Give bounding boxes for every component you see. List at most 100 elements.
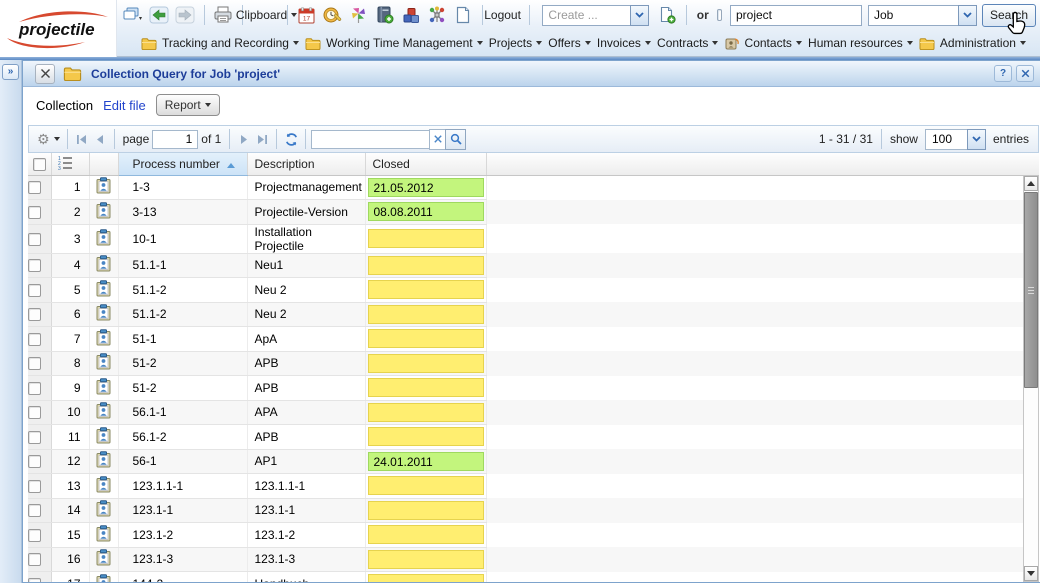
network-icon[interactable] <box>425 3 449 27</box>
description-cell[interactable]: 123.1-2 <box>247 523 365 548</box>
process-icon[interactable] <box>96 177 111 194</box>
column-header-closed[interactable]: Closed <box>365 153 486 175</box>
column-header-process-number[interactable]: Process number <box>118 153 247 175</box>
expand-sidebar-button[interactable]: » <box>2 64 19 80</box>
scrollbar-thumb[interactable] <box>1024 192 1038 388</box>
calendar-icon[interactable]: 17 <box>295 3 319 27</box>
process-icon[interactable] <box>96 229 111 246</box>
process-icon[interactable] <box>96 525 111 542</box>
description-cell[interactable]: 123.1-1 <box>247 498 365 523</box>
table-row[interactable]: 1 1-3 Projectmanagement 21.05.2012 <box>28 175 1039 200</box>
quick-search-input[interactable] <box>730 5 862 26</box>
process-number-cell[interactable]: 56.1-1 <box>118 400 247 425</box>
table-row[interactable]: 16 123.1-3 123.1-3 <box>28 547 1039 572</box>
process-icon[interactable] <box>96 280 111 297</box>
row-checkbox[interactable] <box>28 480 41 493</box>
process-icon[interactable] <box>96 304 111 321</box>
table-row[interactable]: 15 123.1-2 123.1-2 <box>28 523 1039 548</box>
process-icon[interactable] <box>96 329 111 346</box>
table-row[interactable]: 7 51-1 ApA <box>28 327 1039 352</box>
table-row[interactable]: 10 56.1-1 APA <box>28 400 1039 425</box>
table-row[interactable]: 2 3-13 Projectile-Version 08.08.2011 <box>28 200 1039 225</box>
table-row[interactable]: 4 51.1-1 Neu1 <box>28 253 1039 278</box>
edit-file-link[interactable]: Edit file <box>103 98 146 113</box>
first-page-button[interactable] <box>73 130 91 148</box>
process-number-cell[interactable]: 56.1-2 <box>118 425 247 450</box>
process-number-cell[interactable]: 1-3 <box>118 175 247 200</box>
menu-item-human-resources[interactable]: Human resources <box>808 36 913 50</box>
search-button[interactable]: Search <box>982 4 1036 27</box>
process-icon[interactable] <box>96 255 111 272</box>
menu-item-tracking-and-recording[interactable]: Tracking and Recording <box>141 36 299 50</box>
row-checkbox[interactable] <box>28 382 41 395</box>
help-button[interactable]: ? <box>994 65 1012 82</box>
table-row[interactable]: 6 51.1-2 Neu 2 <box>28 302 1039 327</box>
apply-filter-button[interactable] <box>445 129 466 150</box>
description-cell[interactable]: APB <box>247 351 365 376</box>
process-number-cell[interactable]: 51-2 <box>118 351 247 376</box>
description-cell[interactable]: APB <box>247 376 365 401</box>
column-header-description[interactable]: Description <box>247 153 365 175</box>
logout-button[interactable]: Logout <box>489 3 513 27</box>
process-icon[interactable] <box>96 202 111 219</box>
description-cell[interactable]: Handbuch <box>247 572 365 583</box>
description-cell[interactable]: Installation Projectile <box>247 224 365 253</box>
filter-input[interactable] <box>311 130 429 149</box>
menu-item-offers[interactable]: Offers <box>548 36 590 50</box>
process-icon[interactable] <box>96 378 111 395</box>
description-cell[interactable]: Neu1 <box>247 253 365 278</box>
app-logo[interactable]: projectile <box>0 0 117 57</box>
report-button[interactable]: Report <box>156 94 220 116</box>
table-row[interactable]: 14 123.1-1 123.1-1 <box>28 498 1039 523</box>
description-cell[interactable]: Neu 2 <box>247 278 365 303</box>
row-checkbox[interactable] <box>28 206 41 219</box>
row-checkbox[interactable] <box>28 455 41 468</box>
process-number-cell[interactable]: 51.1-1 <box>118 253 247 278</box>
menu-item-contracts[interactable]: Contracts <box>657 36 718 50</box>
row-checkbox[interactable] <box>28 406 41 419</box>
table-row[interactable]: 12 56-1 AP1 24.01.2011 <box>28 449 1039 474</box>
table-row[interactable]: 13 123.1.1-1 123.1.1-1 <box>28 474 1039 499</box>
process-number-cell[interactable]: 51.1-2 <box>118 302 247 327</box>
process-number-cell[interactable]: 123.1-1 <box>118 498 247 523</box>
cubes-icon[interactable] <box>399 3 423 27</box>
table-row[interactable]: 3 10-1 Installation Projectile <box>28 224 1039 253</box>
description-cell[interactable]: APB <box>247 425 365 450</box>
row-checkbox[interactable] <box>28 578 41 582</box>
row-checkbox[interactable] <box>28 308 41 321</box>
table-row[interactable]: 17 144-2 Handbuch <box>28 572 1039 583</box>
row-checkbox[interactable] <box>28 504 41 517</box>
close-button[interactable] <box>1016 65 1034 82</box>
row-checkbox[interactable] <box>28 431 41 444</box>
process-icon[interactable] <box>96 402 111 419</box>
description-cell[interactable]: Projectmanagement <box>247 175 365 200</box>
menu-item-contacts[interactable]: Contacts <box>725 36 802 50</box>
description-cell[interactable]: Neu 2 <box>247 302 365 327</box>
process-icon[interactable] <box>96 476 111 493</box>
back-icon[interactable] <box>147 3 171 27</box>
clear-filter-button[interactable] <box>429 129 445 150</box>
refresh-button[interactable] <box>282 130 300 148</box>
quick-search-checkbox[interactable] <box>717 9 722 21</box>
numbered-list-icon[interactable]: 123 <box>57 155 73 170</box>
table-row[interactable]: 5 51.1-2 Neu 2 <box>28 278 1039 303</box>
menu-item-working-time-management[interactable]: Working Time Management <box>305 36 483 50</box>
row-checkbox[interactable] <box>28 357 41 370</box>
process-number-cell[interactable]: 51-2 <box>118 376 247 401</box>
row-checkbox[interactable] <box>28 553 41 566</box>
last-page-button[interactable] <box>253 130 271 148</box>
row-checkbox[interactable] <box>28 284 41 297</box>
process-number-cell[interactable]: 123.1-2 <box>118 523 247 548</box>
row-checkbox[interactable] <box>28 333 41 346</box>
process-number-cell[interactable]: 51.1-2 <box>118 278 247 303</box>
close-window-button[interactable] <box>35 64 55 84</box>
process-icon[interactable] <box>96 500 111 517</box>
page-number-input[interactable] <box>152 130 198 149</box>
prev-page-button[interactable] <box>91 130 109 148</box>
clipboard-menu[interactable]: Clipboard <box>250 3 281 27</box>
page-size-select[interactable]: 100 <box>925 129 986 150</box>
create-dropdown-button[interactable] <box>630 5 649 26</box>
process-number-cell[interactable]: 51-1 <box>118 327 247 352</box>
table-row[interactable]: 8 51-2 APB <box>28 351 1039 376</box>
process-icon[interactable] <box>96 549 111 566</box>
